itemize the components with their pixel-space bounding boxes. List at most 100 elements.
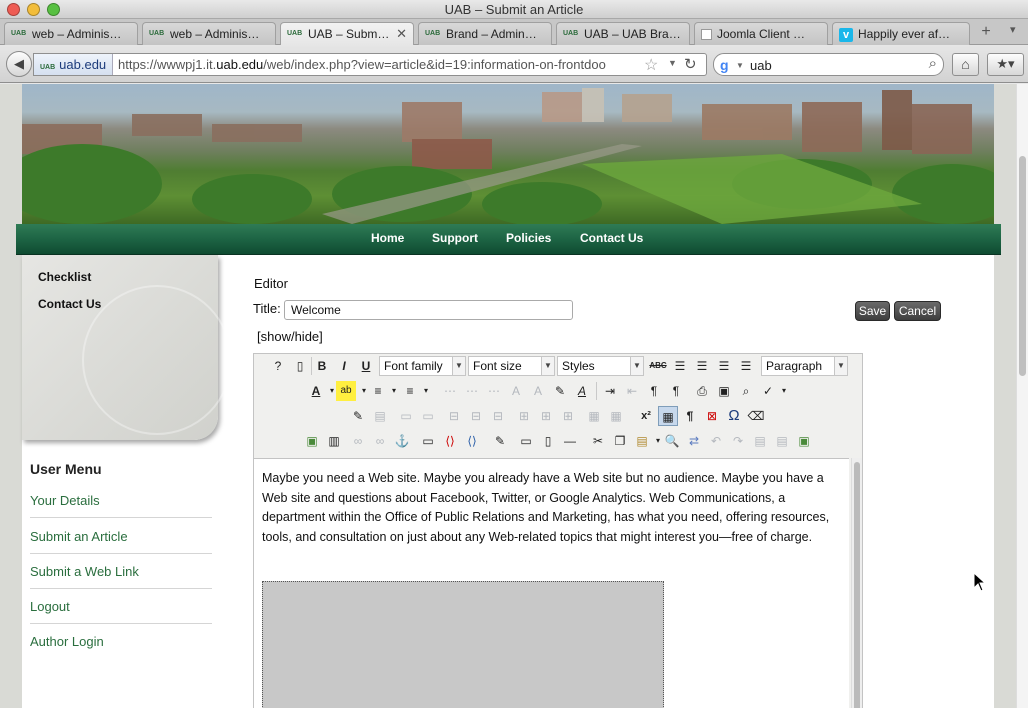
insert-code-icon[interactable]: ⟨⟩	[440, 431, 460, 451]
menu-home-link[interactable]: Home	[371, 231, 404, 245]
align-left-icon[interactable]: ☰	[670, 356, 690, 376]
page-scroll-thumb[interactable]	[1019, 156, 1026, 376]
non-breaking-space-icon[interactable]: ⊠	[702, 406, 722, 426]
magnifier-icon[interactable]: ⌕	[929, 55, 937, 72]
anchor-icon[interactable]: ⚓	[392, 431, 412, 451]
find-icon[interactable]: 🔍	[662, 431, 682, 451]
home-icon[interactable]: ⌂	[952, 53, 979, 76]
remove-format-icon[interactable]: ▤	[370, 406, 390, 426]
table-row-before-icon[interactable]: ⊟	[444, 406, 464, 426]
embedded-media-placeholder[interactable]	[262, 581, 664, 708]
outdent-icon[interactable]: ⇤	[622, 381, 642, 401]
highlight-color-icon[interactable]: ab	[336, 381, 356, 401]
table-merge-icon[interactable]: ▦	[606, 406, 626, 426]
chevron-down-icon[interactable]: ▾	[416, 381, 436, 401]
user-menu-submit-web-link[interactable]: Submit a Web Link	[30, 564, 212, 589]
template-icon[interactable]: ▯	[538, 431, 558, 451]
ltr-icon[interactable]: ¶	[644, 381, 664, 401]
bold-icon[interactable]: B	[312, 356, 332, 376]
tab-submit-article[interactable]: UAB UAB – Subm… ✕	[280, 22, 414, 46]
menu-support-link[interactable]: Support	[432, 231, 478, 245]
insert-div-icon[interactable]: ▭	[516, 431, 536, 451]
table-row-after-icon[interactable]: ⊟	[466, 406, 486, 426]
url-bar[interactable]: UAB uab.edu https://wwwpj1.it.uab.edu/web…	[33, 53, 707, 76]
font-family-select[interactable]: Font family ▼	[379, 356, 466, 376]
tab-web-admin-2[interactable]: UAB web – Adminis…	[142, 22, 276, 45]
user-menu-author-login[interactable]: Author Login	[30, 634, 212, 658]
attributes-icon[interactable]: ✎	[550, 381, 570, 401]
back-arrow-icon[interactable]: ◀	[6, 51, 32, 77]
editor-content-area[interactable]: Maybe you need a Web site. Maybe you alr…	[254, 458, 849, 708]
underline-icon[interactable]: U	[356, 356, 376, 376]
cleanup-icon[interactable]: ✎	[490, 431, 510, 451]
new-document-icon[interactable]: ▯	[290, 356, 310, 376]
tab-happily-ever-after[interactable]: v Happily ever af…	[832, 22, 970, 45]
strikethrough-icon[interactable]: ABC	[648, 356, 668, 376]
insert-table-icon[interactable]: ▦	[658, 406, 678, 426]
indent-icon[interactable]: ⇥	[600, 381, 620, 401]
copy-icon[interactable]: ❐	[610, 431, 630, 451]
history-dropdown-icon[interactable]: ▼	[668, 58, 677, 68]
table-delete-row-icon[interactable]: ⊟	[488, 406, 508, 426]
show-hide-toggle[interactable]: [show/hide]	[257, 329, 323, 344]
readmore-icon[interactable]: ▤	[750, 431, 770, 451]
insert-image-icon[interactable]: ▣	[302, 431, 322, 451]
print-icon[interactable]: ⎙	[692, 381, 712, 401]
table-col-after-icon[interactable]: ⊞	[536, 406, 556, 426]
sidebar-contact-us-link[interactable]: Contact Us	[38, 297, 101, 311]
user-menu-submit-article[interactable]: Submit an Article	[30, 529, 212, 554]
page-scrollbar[interactable]	[1016, 84, 1028, 708]
special-character-icon[interactable]: Ω	[724, 406, 744, 426]
unlink-icon[interactable]: ∞	[370, 431, 390, 451]
format-select[interactable]: Paragraph ▼	[761, 356, 848, 376]
align-justify-icon[interactable]: ☰	[736, 356, 756, 376]
horizontal-rule-icon[interactable]: —	[560, 431, 580, 451]
align-right-icon[interactable]: ☰	[714, 356, 734, 376]
reload-icon[interactable]: ↻	[684, 55, 697, 73]
styles-select[interactable]: Styles ▼	[557, 356, 644, 376]
insert-media-icon[interactable]: ▥	[324, 431, 344, 451]
pagebreak-icon[interactable]: ▤	[772, 431, 792, 451]
visual-chars-icon[interactable]: ¶	[680, 406, 700, 426]
help-icon[interactable]: ?	[268, 356, 288, 376]
url-text[interactable]: https://wwwpj1.it.uab.edu/web/index.php?…	[118, 57, 670, 72]
bookmark-star-icon[interactable]: ☆	[644, 55, 658, 75]
acronym-icon[interactable]: ⋯	[484, 381, 504, 401]
insert-date-icon[interactable]: ▭	[418, 431, 438, 451]
insertion-icon[interactable]: A	[528, 381, 548, 401]
editor-scrollbar[interactable]	[851, 458, 862, 708]
search-engine-chevron-icon[interactable]: ▼	[736, 61, 744, 70]
insert-link-icon[interactable]: ∞	[348, 431, 368, 451]
bookmarks-menu-icon[interactable]: ★▾	[987, 53, 1024, 76]
fullscreen-icon[interactable]: ▣	[714, 381, 734, 401]
rtl-icon[interactable]: ¶	[666, 381, 686, 401]
deletion-icon[interactable]: A	[506, 381, 526, 401]
edit-css-icon[interactable]: ✎	[348, 406, 368, 426]
search-input[interactable]: uab	[750, 58, 772, 73]
cancel-button[interactable]: Cancel	[894, 301, 941, 321]
site-identity-button[interactable]: UAB uab.edu	[34, 54, 114, 75]
redo-icon[interactable]: ↷	[728, 431, 748, 451]
preview-icon[interactable]: ⌕	[736, 381, 756, 401]
tab-web-admin-1[interactable]: UAB web – Adminis…	[4, 22, 138, 45]
undo-icon[interactable]: ↶	[706, 431, 726, 451]
tab-list-chevron-icon[interactable]: ▾	[1010, 23, 1016, 36]
align-center-icon[interactable]: ☰	[692, 356, 712, 376]
menu-contact-us-link[interactable]: Contact Us	[580, 231, 643, 245]
abbreviation-icon[interactable]: ⋯	[462, 381, 482, 401]
user-menu-logout[interactable]: Logout	[30, 599, 212, 624]
tab-uab-brand[interactable]: UAB UAB – UAB Bra…	[556, 22, 690, 45]
table-split-icon[interactable]: ▦	[584, 406, 604, 426]
italic-icon[interactable]: I	[334, 356, 354, 376]
editor-scroll-thumb[interactable]	[854, 462, 860, 708]
tab-joomla-client[interactable]: Joomla Client …	[694, 22, 828, 45]
google-icon[interactable]: g	[720, 57, 729, 73]
user-menu-your-details[interactable]: Your Details	[30, 493, 212, 518]
cite-icon[interactable]: ⋯	[440, 381, 460, 401]
insert-image-button-icon[interactable]: ▣	[794, 431, 814, 451]
font-size-select[interactable]: Font size ▼	[468, 356, 555, 376]
table-col-before-icon[interactable]: ⊞	[514, 406, 534, 426]
tab-brand-admin[interactable]: UAB Brand – Admin…	[418, 22, 552, 45]
save-button[interactable]: Save	[855, 301, 890, 321]
move-layer-icon[interactable]: ▭	[418, 406, 438, 426]
